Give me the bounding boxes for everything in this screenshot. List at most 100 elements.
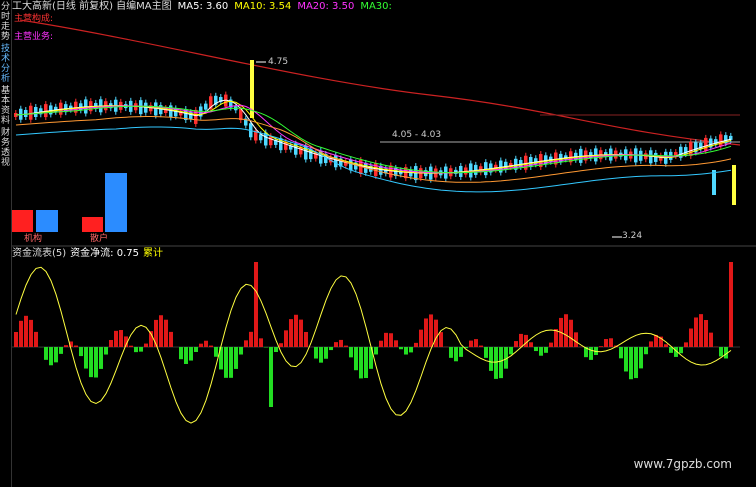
flow-bar [204,340,208,347]
flow-bar [329,347,333,351]
flow-bar [59,347,63,354]
ma60-line [19,19,741,146]
flow-bar [719,347,723,357]
flow-bar [139,347,143,352]
flow-bar [549,342,553,347]
flow-bar [459,347,463,357]
flow-bar [479,345,483,347]
flow-bar [14,332,18,347]
flow-bar [429,314,433,347]
flow-bar [259,338,263,347]
flow-bar [494,347,498,379]
flow-bar [384,332,388,347]
highlight-candle [732,165,736,205]
flow-bar [374,347,378,355]
flow-bar [609,338,613,347]
flow-bar [239,347,243,355]
flow-bar [709,332,713,347]
flow-bar [404,347,408,355]
flow-bar [694,317,698,347]
indicator-header: 资金流表(5) 资金净流: 0.75 累计 [12,248,167,260]
flow-bar [399,347,403,350]
flow-bar [449,347,453,358]
flow-bar [189,347,193,361]
flow-bar [224,347,228,378]
flow-bar [244,340,248,347]
flow-bar [419,329,423,347]
flow-bar [434,319,438,347]
flow-bar [544,347,548,353]
flow-bar [409,347,413,353]
flow-bar [34,331,38,347]
flow-bar [44,347,48,360]
flow-bar [89,347,93,378]
flow-bar [284,330,288,347]
flow-bar [699,314,703,347]
net-flow-value: 资金净流: 0.75 [70,248,139,259]
flow-bar [534,347,538,352]
flow-bar [159,315,163,347]
fund-flow-bars [14,262,733,424]
highlight-candle [712,170,716,195]
flow-bar [664,344,668,347]
flow-bar [679,347,683,354]
flow-bar [144,343,148,347]
flow-bar [229,347,233,378]
institution-bar-red [12,210,33,232]
flow-bar [194,347,198,352]
flow-bar [269,347,273,407]
flow-bar [424,318,428,347]
flow-bar [319,347,323,363]
flow-bar [554,329,558,347]
flow-bar [299,319,303,347]
flow-bar [604,339,608,347]
flow-bar [509,347,513,355]
retail-bar-red [82,217,103,232]
flow-bar [684,342,688,347]
flow-bar [364,347,368,379]
flow-bar [689,328,693,347]
flow-bar [249,331,253,347]
flow-bar [179,347,183,360]
flow-bar [489,347,493,371]
flow-bar [279,343,283,347]
flow-bar [74,345,78,347]
retail-bar-blue [105,173,127,232]
flow-bar [64,345,68,347]
flow-bar [134,347,138,353]
flow-bar [634,347,638,379]
flow-bar [324,347,328,359]
flow-bar [439,332,443,347]
flow-bar [484,347,488,358]
flow-bar [164,319,168,347]
flow-bar [84,347,88,369]
flow-bar [729,262,733,347]
flow-bar [314,347,318,359]
flow-bar [379,340,383,347]
flow-bar [394,340,398,347]
ma30-line [15,105,732,174]
flow-bar [474,339,478,347]
flow-bar [514,341,518,347]
flow-bar [304,331,308,347]
flow-bar [104,347,108,355]
flow-bar [54,347,58,363]
flow-bar [589,347,593,360]
flow-bar [704,320,708,347]
flow-bar [349,347,353,358]
flow-bar [649,341,653,347]
flow-bar [469,340,473,347]
cumulative-flow-line [15,266,732,424]
chart-canvas [12,19,756,424]
cumulative-label: 累计 [143,248,163,259]
flow-bar [119,330,123,347]
flow-bar [289,319,293,347]
flow-bar [294,314,298,347]
flow-bar [209,345,213,347]
institution-bar-blue [36,210,58,232]
flow-bar [519,333,523,347]
flow-bar [79,347,83,357]
flow-bar [499,347,503,379]
flow-bar [354,347,358,371]
flow-bar [389,333,393,347]
